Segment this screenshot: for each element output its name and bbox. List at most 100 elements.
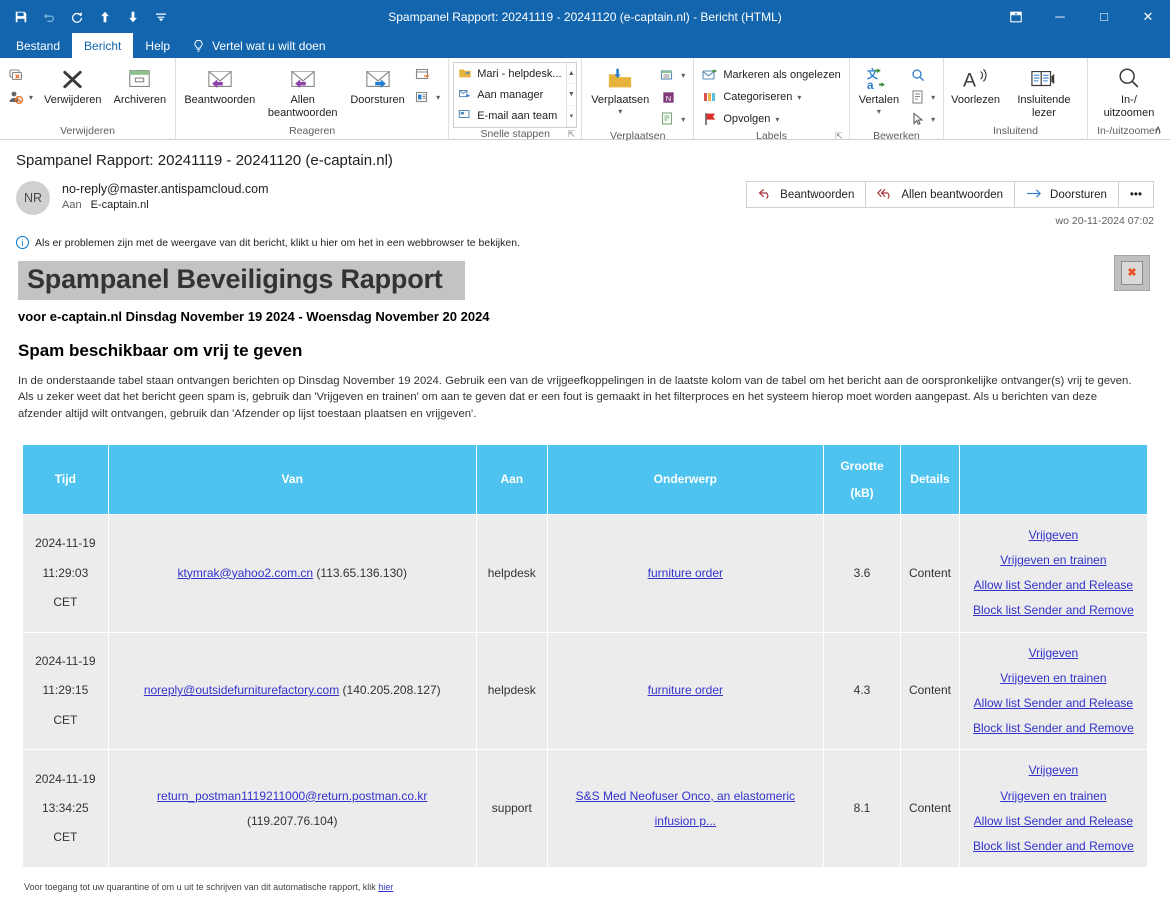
undo-icon[interactable] [36, 5, 62, 29]
quick-steps-scrollbar[interactable]: ▲ ▼ ▾ [565, 63, 577, 127]
subject-link[interactable]: furniture order [648, 683, 723, 697]
release-and-train-link[interactable]: Vrijgeven en trainen [966, 548, 1141, 573]
sender-ip: (119.207.76.104) [246, 813, 338, 828]
forward-button[interactable]: Doorsturen [346, 62, 409, 109]
cell-details: Content [900, 513, 960, 633]
ribbon-group-snelle-stappen: Mari - helpdesk... Aan manager E-mail aa… [448, 58, 581, 140]
release-link[interactable]: Vrijgeven [966, 758, 1141, 783]
categorize-caret-icon[interactable]: ▾ [797, 93, 801, 102]
release-link[interactable]: Vrijgeven [966, 523, 1141, 548]
categorize-button[interactable]: Categoriseren ▾ [698, 86, 844, 108]
pointer-button[interactable]: ▾ [906, 108, 939, 130]
sender-link[interactable]: return_postman1119211000@return.postman.… [157, 789, 427, 803]
reply-action-button[interactable]: Beantwoorden [747, 182, 867, 207]
minimize-button[interactable]: ─ [1038, 0, 1082, 33]
quick-step-item[interactable]: E-mail aan team [455, 105, 564, 126]
reply-all-icon [877, 187, 894, 203]
actions-caret-icon[interactable]: ▾ [681, 115, 685, 124]
reply-all-action-button[interactable]: Allen beantwoorden [866, 182, 1016, 207]
reply-all-button[interactable]: Allen beantwoorden [262, 62, 344, 121]
reply-button[interactable]: Beantwoorden [180, 62, 259, 109]
quick-steps-gallery[interactable]: Mari - helpdesk... Aan manager E-mail aa… [453, 62, 578, 128]
redo-icon[interactable] [64, 5, 90, 29]
collapse-ribbon-button[interactable]: ∧ [1154, 123, 1162, 136]
allow-list-sender-link[interactable]: Allow list Sender and Release [966, 691, 1141, 716]
find-button[interactable] [906, 64, 939, 86]
release-link[interactable]: Vrijgeven [966, 641, 1141, 666]
junk-button[interactable]: ▾ [4, 86, 37, 108]
scroll-more-icon[interactable]: ▾ [566, 106, 577, 127]
footnote-link[interactable]: hier [378, 882, 393, 892]
archive-icon [126, 64, 153, 94]
previous-item-icon[interactable] [92, 5, 118, 29]
tab-bestand[interactable]: Bestand [4, 33, 72, 58]
sender-link[interactable]: ktymrak@yahoo2.com.cn [178, 566, 314, 580]
subject-link[interactable]: furniture order [648, 566, 723, 580]
tell-me-search[interactable]: Vertel wat u wilt doen [182, 33, 335, 58]
block-list-sender-link[interactable]: Block list Sender and Remove [966, 598, 1141, 623]
maximize-button[interactable]: □ [1082, 0, 1126, 33]
zoom-icon [1115, 64, 1143, 94]
follow-up-caret-icon[interactable]: ▾ [775, 115, 779, 124]
scroll-up-icon[interactable]: ▲ [566, 63, 577, 85]
broken-image-placeholder: ✖ [1114, 255, 1150, 291]
next-item-icon[interactable] [120, 5, 146, 29]
quickstep-team-icon [458, 107, 472, 124]
dialog-launcher-icon[interactable]: ⇱ [568, 129, 576, 140]
rules-button[interactable]: ▾ [656, 64, 689, 86]
more-reply-button[interactable]: ▾ [411, 86, 444, 108]
subject-link[interactable]: S&S Med Neofuser Onco, an elastomeric in… [576, 789, 795, 828]
onenote-button[interactable]: N [656, 86, 689, 108]
select-button[interactable]: ▾ [906, 86, 939, 108]
close-button[interactable]: ✕ [1126, 0, 1170, 33]
view-in-browser-infobar[interactable]: i Als er problemen zijn met de weergave … [0, 227, 1170, 249]
release-and-train-link[interactable]: Vrijgeven en trainen [966, 666, 1141, 691]
dialog-launcher-icon[interactable]: ⇱ [835, 131, 843, 142]
quick-step-item[interactable]: Aan manager [455, 85, 564, 106]
archive-label: Archiveren [113, 94, 167, 106]
ribbon-group-reageren: Beantwoorden Allen beantwoorden Doorstur… [175, 58, 448, 139]
sender-address[interactable]: no-reply@master.antispamcloud.com [62, 182, 269, 196]
more-reply-icon [415, 89, 431, 105]
move-caret-icon[interactable]: ▾ [618, 107, 622, 116]
ribbon-display-options-button[interactable] [994, 0, 1038, 33]
allow-list-sender-link[interactable]: Allow list Sender and Release [966, 809, 1141, 834]
mark-unread-button[interactable]: Markeren als ongelezen [698, 64, 844, 86]
release-and-train-link[interactable]: Vrijgeven en trainen [966, 784, 1141, 809]
meeting-button[interactable] [411, 64, 444, 86]
translate-caret-icon[interactable]: ▾ [877, 107, 881, 116]
translate-button[interactable]: 文a Vertalen ▾ [854, 62, 904, 118]
actions-button[interactable]: ▾ [656, 108, 689, 130]
table-row: 2024-11-19 11:29:15 CET noreply@outsidef… [22, 631, 1149, 751]
archive-button[interactable]: Archiveren [109, 62, 172, 109]
column-header-onderwerp: Onderwerp [546, 444, 824, 515]
customize-quick-access-icon[interactable] [148, 5, 174, 29]
block-list-sender-link[interactable]: Block list Sender and Remove [966, 716, 1141, 741]
column-header-grootte-line2: (kB) [850, 485, 874, 500]
save-icon[interactable] [8, 5, 34, 29]
move-button[interactable]: Verplaatsen ▾ [586, 62, 654, 118]
quick-step-item[interactable]: Mari - helpdesk... [455, 64, 564, 85]
tab-bericht[interactable]: Bericht [72, 33, 134, 58]
message-action-bar: Beantwoorden Allen beantwoorden Doorstur… [746, 181, 1154, 208]
pointer-caret-icon[interactable]: ▾ [931, 115, 935, 124]
tab-help[interactable]: Help [133, 33, 182, 58]
scroll-down-icon[interactable]: ▼ [566, 84, 577, 106]
ignore-button[interactable] [4, 64, 37, 86]
read-aloud-button[interactable]: A Voorlezen [948, 62, 1003, 109]
follow-up-button[interactable]: Opvolgen ▾ [698, 108, 844, 130]
zoom-button[interactable]: In-/ uitzoomen [1092, 62, 1166, 121]
move-label: Verplaatsen [591, 94, 650, 106]
rules-caret-icon[interactable]: ▾ [681, 71, 685, 80]
allow-list-sender-link[interactable]: Allow list Sender and Release [966, 573, 1141, 598]
more-actions-button[interactable]: ••• [1119, 182, 1153, 207]
select-caret-icon[interactable]: ▾ [931, 93, 935, 102]
block-list-sender-link[interactable]: Block list Sender and Remove [966, 834, 1141, 859]
delete-button[interactable]: Verwijderen [39, 62, 106, 109]
mark-unread-label: Markeren als ongelezen [723, 69, 841, 81]
forward-action-button[interactable]: Doorsturen [1015, 182, 1119, 207]
sender-link[interactable]: noreply@outsidefurniturefactory.com [144, 683, 339, 697]
info-icon: i [16, 236, 29, 249]
find-icon [910, 67, 926, 83]
immersive-reader-button[interactable]: Insluitende lezer [1005, 62, 1083, 121]
